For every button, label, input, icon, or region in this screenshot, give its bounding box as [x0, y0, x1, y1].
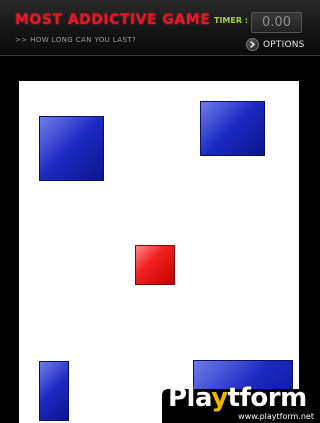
timer-display: 0.00 [251, 12, 302, 33]
red-player-block[interactable] [135, 245, 175, 285]
game-subtitle: >> HOW LONG CAN YOU LAST? [15, 36, 137, 44]
game-title: MOST ADDICTIVE GAME [15, 12, 211, 28]
blue-block-enemy [200, 101, 265, 156]
blue-block-enemy [39, 361, 69, 421]
header-bar: MOST ADDICTIVE GAME >> HOW LONG CAN YOU … [0, 0, 320, 56]
options-button[interactable]: OPTIONS [246, 37, 305, 52]
chevron-right-icon [246, 38, 259, 51]
blue-block-enemy [39, 116, 104, 181]
blue-block-enemy [193, 360, 293, 423]
timer-label: TIMER : [214, 16, 249, 25]
game-screen: MOST ADDICTIVE GAME >> HOW LONG CAN YOU … [0, 0, 320, 423]
options-label: OPTIONS [263, 39, 305, 50]
